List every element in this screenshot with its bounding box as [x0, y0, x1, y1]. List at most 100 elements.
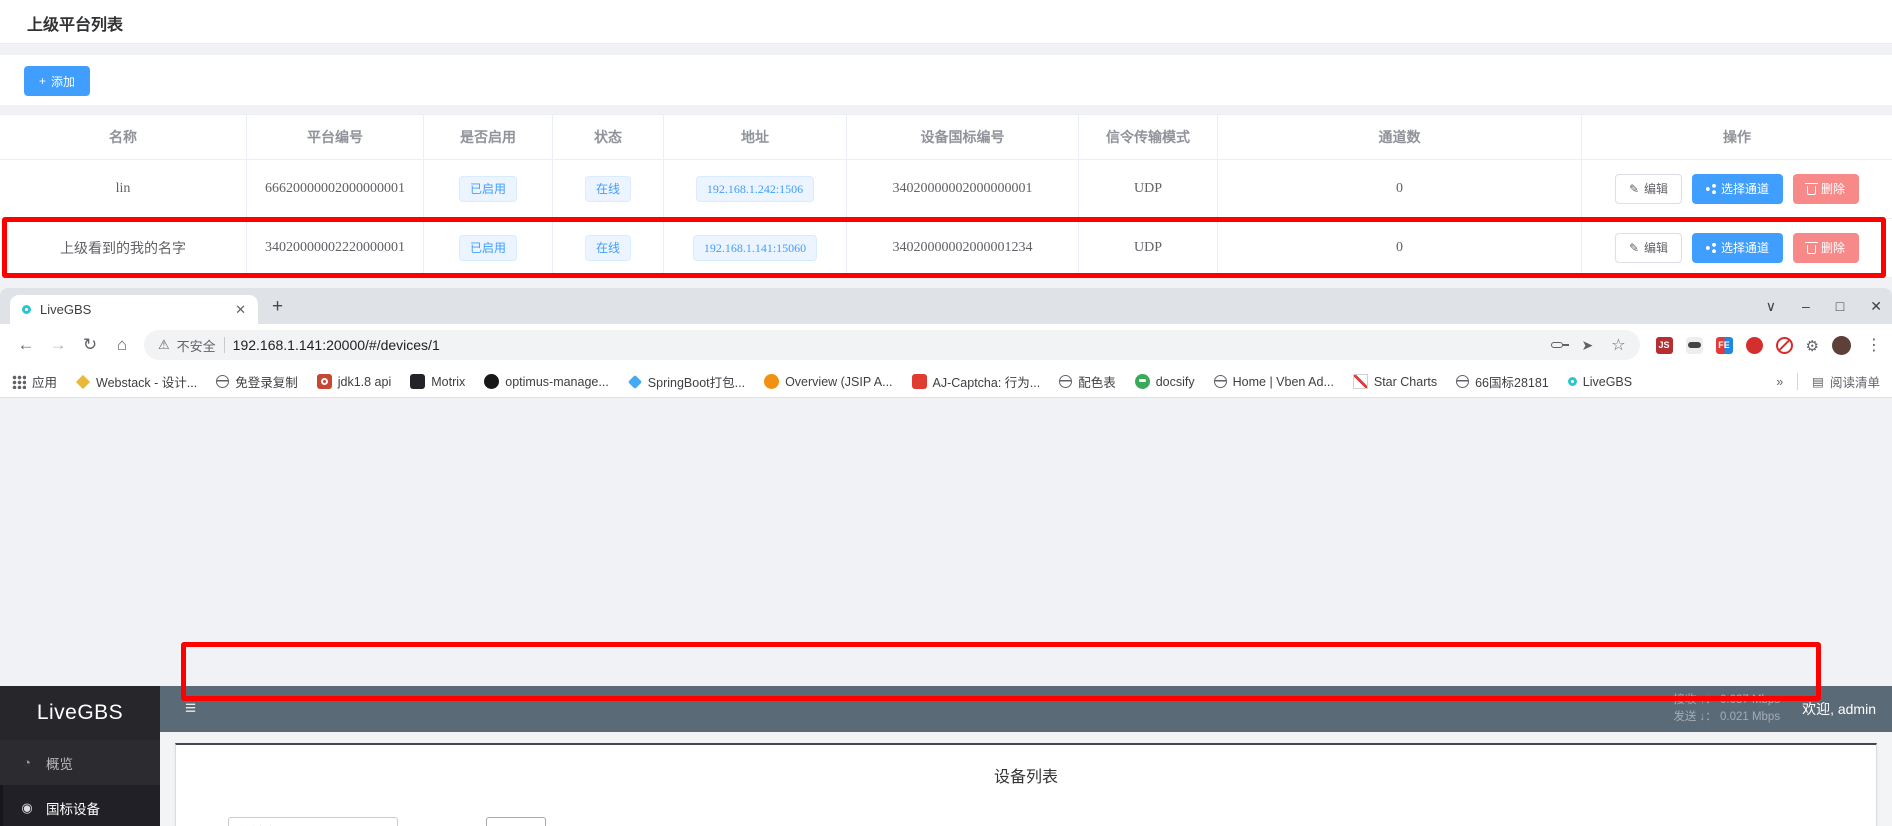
column-header-device-id: 设备国标编号 — [847, 115, 1079, 159]
column-header-status: 状态 — [553, 115, 664, 159]
bookmark-copy[interactable]: 免登录复制 — [216, 372, 298, 391]
bookmark-livegbs[interactable]: LiveGBS — [1568, 375, 1632, 389]
platform-toolbar: + 添加 — [0, 55, 1892, 105]
address-badge: 192.168.1.141:15060 — [693, 235, 817, 261]
cell-mode: UDP — [1079, 160, 1218, 218]
stats-send: 发送 ↓： 0.021 Mbps — [1673, 709, 1780, 726]
webstack-icon — [76, 374, 90, 388]
enabled-badge: 已启用 — [459, 176, 517, 202]
delete-button[interactable]: 删除 — [1793, 174, 1859, 204]
bookmark-webstack[interactable]: Webstack - 设计... — [76, 372, 197, 391]
reload-button[interactable]: ↻ — [74, 335, 106, 355]
device-list-card: 设备列表 搜索 在线状态 全部 设备国标编号⇅ 名称 信令传输 流传输模式 通道… — [175, 743, 1877, 826]
forward-button[interactable]: → — [42, 335, 74, 355]
back-button[interactable]: ← — [10, 335, 42, 355]
browser-menu-icon[interactable]: ⋮ — [1866, 335, 1882, 355]
security-chip[interactable]: ⚠ 不安全 — [158, 336, 216, 355]
add-button-label: 添加 — [51, 73, 75, 90]
new-tab-button[interactable]: + — [272, 296, 283, 318]
profile-avatar[interactable] — [1832, 336, 1851, 355]
browser-tab-livegbs[interactable]: LiveGBS ✕ — [10, 295, 258, 324]
minimize-button[interactable]: – — [1802, 298, 1810, 314]
cell-device-id: 34020000002000000001 — [847, 160, 1079, 218]
tab-close-icon[interactable]: ✕ — [235, 302, 246, 318]
delete-button[interactable]: 删除 — [1793, 233, 1859, 263]
sidebar-item-overview[interactable]: ◔概览 — [0, 740, 160, 785]
cell-address: 192.168.1.141:15060 — [664, 219, 847, 277]
bookmarks-bar: 应用 Webstack - 设计... 免登录复制 jdk1.8 api Mot… — [0, 366, 1892, 398]
url-text[interactable]: 192.168.1.141:20000/#/devices/1 — [233, 337, 1544, 353]
cell-status: 在线 — [553, 160, 664, 218]
maximize-button[interactable]: □ — [1836, 298, 1844, 314]
bookmark-palette[interactable]: 配色表 — [1059, 372, 1116, 391]
apps-grid-icon — [12, 375, 26, 389]
extension-fe-icon[interactable]: FE — [1716, 337, 1733, 354]
edit-button[interactable]: ✎编辑 — [1615, 174, 1682, 204]
welcome-user[interactable]: 欢迎, admin — [1802, 699, 1876, 719]
trash-icon — [1807, 186, 1816, 195]
bookmark-motrix[interactable]: Motrix — [410, 374, 465, 389]
cell-enabled: 已启用 — [424, 219, 553, 277]
bookmark-gb28181[interactable]: 66国标28181 — [1456, 372, 1549, 391]
cell-actions: ✎编辑 选择通道 删除 — [1582, 219, 1892, 277]
bookmark-starcharts[interactable]: Star Charts — [1353, 374, 1437, 389]
pencil-icon: ✎ — [1629, 242, 1639, 254]
warning-icon: ⚠ — [158, 337, 170, 353]
extension-js-icon[interactable]: JS — [1656, 337, 1673, 354]
select-value: 全部 — [494, 823, 520, 826]
app-logo[interactable]: LiveGBS — [0, 686, 160, 740]
bookmark-jdk[interactable]: jdk1.8 api — [317, 374, 392, 389]
globe-icon — [1059, 375, 1072, 388]
column-header-actions: 操作 — [1582, 115, 1892, 159]
select-channel-button[interactable]: 选择通道 — [1692, 174, 1783, 204]
cell-enabled: 已启用 — [424, 160, 553, 218]
online-status-select[interactable]: 全部 — [486, 817, 546, 826]
online-status-label: 在线状态 — [426, 823, 478, 826]
chevron-down-icon[interactable]: ∨ — [1766, 298, 1776, 315]
close-button[interactable]: ✕ — [1870, 298, 1882, 315]
home-button[interactable]: ⌂ — [106, 335, 138, 355]
menu-toggle-icon[interactable]: ≡ — [185, 698, 196, 720]
bookmark-optimus[interactable]: optimus-manage... — [484, 374, 609, 389]
cell-channels: 0 — [1218, 219, 1582, 277]
bookmark-docsify[interactable]: docsify — [1135, 374, 1195, 389]
bookmark-springboot[interactable]: SpringBoot打包... — [628, 372, 745, 391]
dashboard-icon: ◔ — [19, 755, 35, 770]
sidebar-item-devices[interactable]: ◉国标设备 — [0, 785, 160, 826]
bookmark-apps[interactable]: 应用 — [12, 372, 57, 391]
reading-list-button[interactable]: ▤阅读清单 — [1812, 372, 1880, 391]
extensions-puzzle-icon[interactable]: ⚙ — [1806, 337, 1819, 354]
github-icon — [484, 374, 499, 389]
stats-receive: 接收 ↑： 0.037 Mbps — [1673, 692, 1780, 709]
extension-incognito-icon[interactable] — [1686, 337, 1703, 354]
cell-platform-id: 34020000002220000001 — [247, 219, 424, 277]
device-list-title: 设备列表 — [176, 763, 1876, 787]
edit-button[interactable]: ✎编辑 — [1615, 233, 1682, 263]
cell-name: lin — [0, 160, 247, 218]
send-icon[interactable]: ➤ — [1581, 337, 1593, 354]
column-header-address: 地址 — [664, 115, 847, 159]
key-icon[interactable] — [1551, 342, 1563, 348]
share-icon — [1706, 243, 1716, 253]
extension-blocker-icon[interactable] — [1746, 337, 1763, 354]
bookmarks-right: » ▤阅读清单 — [1776, 372, 1880, 391]
search-label: 搜索 — [194, 823, 220, 826]
security-label: 不安全 — [177, 336, 216, 355]
column-header-name: 名称 — [0, 115, 247, 159]
bookmarks-overflow-icon[interactable]: » — [1776, 375, 1783, 389]
add-platform-button[interactable]: + 添加 — [24, 66, 90, 96]
bookmark-vben[interactable]: Home | Vben Ad... — [1214, 375, 1334, 389]
search-input[interactable] — [228, 817, 398, 826]
bookmark-star-icon[interactable]: ☆ — [1611, 335, 1625, 355]
select-channel-button[interactable]: 选择通道 — [1692, 233, 1783, 263]
bookmark-ajcaptcha[interactable]: AJ-Captcha: 行为... — [912, 372, 1041, 391]
motrix-icon — [410, 374, 425, 389]
platform-table-header-row: 名称 平台编号 是否启用 状态 地址 设备国标编号 信令传输模式 通道数 操作 — [0, 115, 1892, 160]
jdk-icon — [317, 374, 332, 389]
bookmark-jsip[interactable]: Overview (JSIP A... — [764, 374, 892, 389]
column-header-mode: 信令传输模式 — [1079, 115, 1218, 159]
address-bar[interactable]: ⚠ 不安全 192.168.1.141:20000/#/devices/1 ➤ … — [144, 330, 1640, 360]
extension-noads-icon[interactable] — [1776, 337, 1793, 354]
pencil-icon: ✎ — [1629, 183, 1639, 195]
chart-icon — [1353, 374, 1368, 389]
